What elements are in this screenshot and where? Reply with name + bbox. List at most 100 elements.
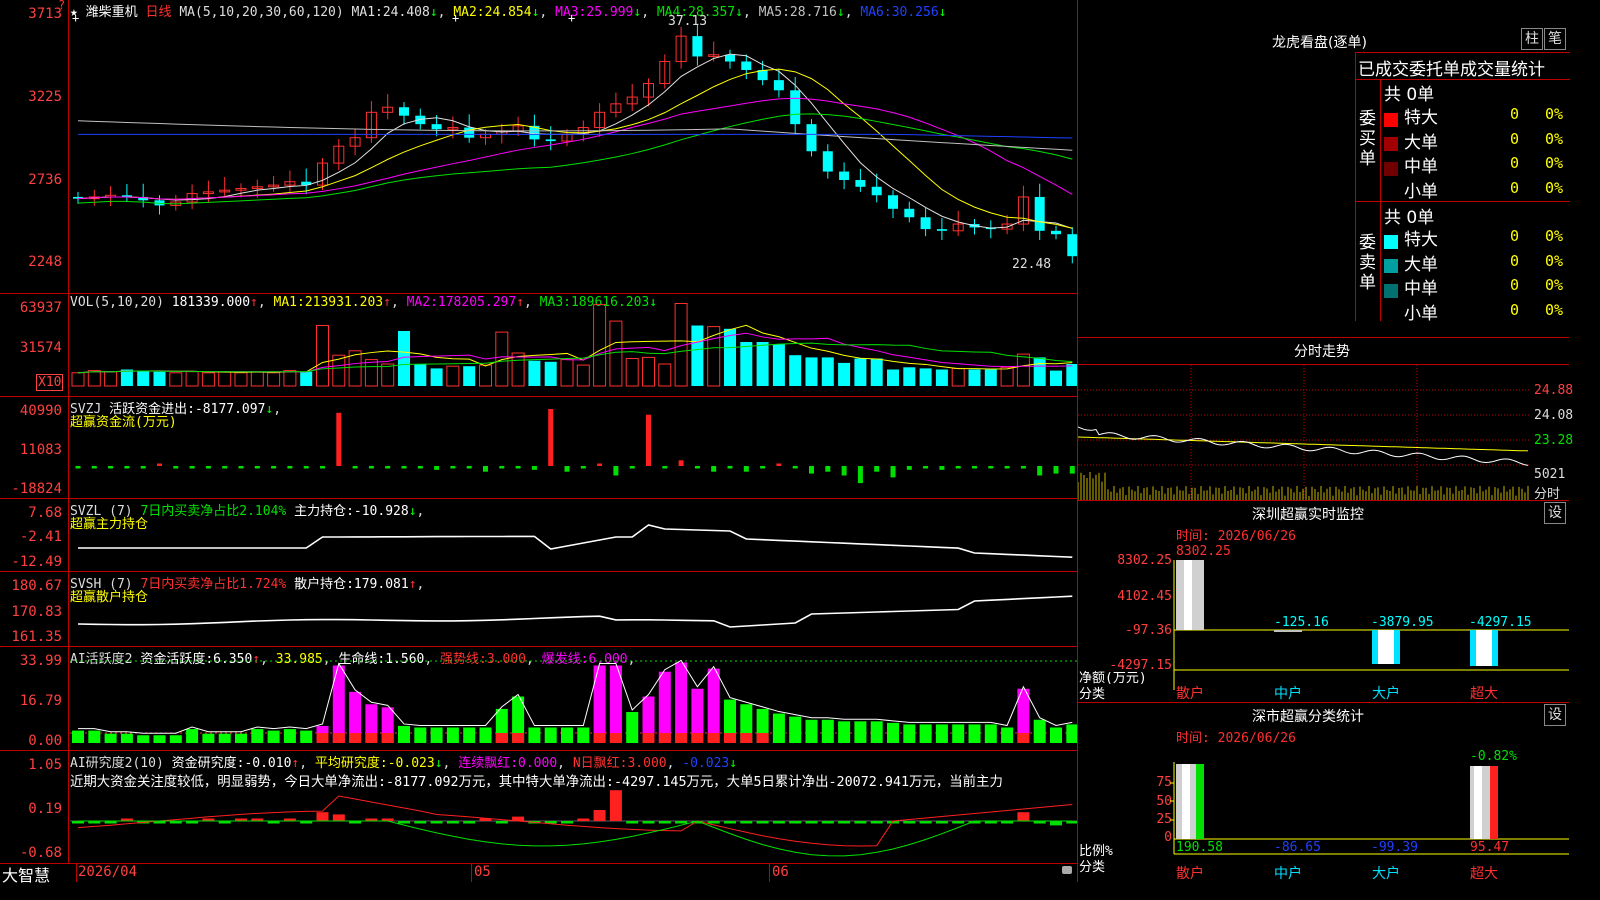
volume-pane[interactable]: 63937 31574 X10 VOL(5,10,20) 181339.000↑… — [0, 294, 1077, 397]
svzj-pane[interactable]: 40990 11083 -18824 SVZJ 活跃资金进出:-8177.097… — [0, 397, 1077, 499]
candle-body — [1067, 234, 1077, 257]
tick-mode-button[interactable]: 笔 — [1544, 28, 1566, 50]
mid-bar — [1274, 630, 1302, 632]
volume-bar — [593, 304, 607, 387]
marker-icon: + — [452, 11, 459, 25]
svzj-bar — [874, 466, 880, 472]
volume-bar — [446, 365, 460, 387]
activity-base — [349, 733, 362, 743]
svzj-bar — [776, 463, 782, 466]
activity-bar — [838, 721, 851, 743]
activity-bar — [935, 724, 948, 743]
volume-bar — [919, 368, 932, 386]
svsh-pane[interactable]: 180.67 170.83 161.35 SVSH (7) 7日内买卖净占比1.… — [0, 572, 1077, 647]
svzj-bar — [564, 466, 570, 472]
x-label-jun: 06 — [772, 864, 789, 880]
order-pct: 0% — [1545, 154, 1564, 172]
volume-bar — [137, 370, 150, 386]
activity-bar — [430, 727, 443, 743]
volume-ma-line — [77, 342, 1073, 374]
main-chart-pane[interactable]: 3713 3225 2736 2248 ? ★ 潍柴重机 日线 MA(5,10,… — [0, 0, 1077, 294]
candle-body — [920, 217, 931, 230]
intraday-tick: 24.08 — [1534, 408, 1574, 423]
activity-bar — [235, 733, 247, 743]
svzj-bar — [75, 466, 81, 469]
svzj-chart[interactable] — [0, 397, 1077, 498]
stat-chart[interactable] — [1078, 702, 1569, 882]
order-stats-box: 已成交委托单成交量统计 委买单 委卖单 共 0单 共 0单 特大 0 0% 大单 0 0%… — [1355, 52, 1570, 324]
svzj-bar — [417, 466, 423, 469]
intraday-chart[interactable] — [1078, 365, 1569, 500]
order-type: 大单 — [1404, 132, 1438, 153]
intraday-chart-area[interactable]: 24.88 24.08 23.28 5021 分时 — [1078, 364, 1573, 502]
volume-bar — [903, 367, 916, 386]
volume-bar — [772, 344, 785, 386]
activity-bar — [332, 665, 345, 743]
activity-bar — [137, 735, 150, 743]
activity-base — [609, 733, 622, 743]
svzj-bar — [303, 466, 309, 469]
ma-line — [77, 120, 1073, 151]
research-bar — [838, 821, 851, 824]
order-color-swatch — [1384, 112, 1398, 127]
activity-bar — [104, 733, 117, 743]
svzj-bar — [466, 466, 472, 469]
volume-chart[interactable] — [0, 294, 1077, 396]
svzj-bar — [157, 463, 162, 466]
activity-bar — [789, 716, 802, 743]
activity-bar — [626, 712, 639, 743]
research-bar — [935, 821, 948, 824]
svzj-bar — [711, 466, 717, 472]
buy-total: 共 0单 — [1384, 85, 1435, 105]
svzj-bar — [678, 460, 684, 466]
monitor-chart[interactable] — [1078, 500, 1569, 710]
research-bar — [495, 821, 508, 824]
monitor-category: 超大 — [1470, 686, 1498, 702]
ai-active-pane[interactable]: 33.99 16.79 0.00 AI活跃度2 资金活跃度:6.350↑, 33… — [0, 647, 1077, 751]
lock-icon[interactable] — [1062, 866, 1072, 874]
research-bar — [561, 821, 573, 824]
activity-bar — [561, 727, 573, 743]
svzj-bar — [1004, 466, 1010, 469]
research-bar — [593, 810, 606, 821]
volume-bar — [609, 320, 623, 387]
activity-bar — [88, 730, 101, 743]
ai-research-chart[interactable] — [0, 751, 1077, 863]
stat-category: 中户 — [1274, 866, 1302, 882]
activity-bar — [186, 729, 199, 743]
order-count: 0 — [1510, 129, 1520, 148]
volume-bar — [169, 372, 183, 387]
monitor-value: -3879.95 — [1371, 615, 1434, 630]
order-type: 特大 — [1404, 108, 1438, 128]
volume-bar — [1050, 370, 1062, 386]
svsh-chart[interactable] — [0, 572, 1077, 646]
activity-bar — [446, 727, 459, 743]
research-bar — [398, 821, 410, 824]
candle-body — [1034, 196, 1045, 231]
order-color-swatch — [1384, 137, 1398, 151]
candle-body — [790, 90, 801, 125]
order-row: 中单 0 0% — [1384, 152, 1570, 177]
ai-research-pane[interactable]: 1.05 0.19 -0.68 AI研究度2(10) 资金研究度:-0.010↑… — [0, 751, 1077, 864]
svzl-pane[interactable]: 7.68 -2.41 -12.49 SVZL (7) 7日内买卖净占比2.104… — [0, 499, 1077, 572]
order-count: 0 — [1510, 300, 1520, 319]
stat-value: 190.58 — [1176, 840, 1223, 855]
svzl-chart[interactable] — [0, 499, 1077, 571]
activity-bar — [153, 735, 166, 743]
volume-bar — [887, 369, 899, 386]
ai-active-chart[interactable] — [0, 647, 1077, 750]
svzj-bar — [841, 466, 847, 476]
svzj-bar — [1069, 466, 1075, 474]
research-bar — [903, 821, 916, 824]
stat-category: 超大 — [1470, 866, 1498, 882]
svzj-bar — [222, 466, 228, 469]
svzj-bar — [287, 466, 293, 469]
activity-base — [707, 733, 720, 743]
candlestick-chart[interactable]: + + + — [0, 0, 1077, 293]
bar-mode-button[interactable]: 柱 — [1521, 28, 1543, 50]
volume-bar — [87, 370, 101, 387]
monitor-xlabel: 分类 — [1079, 687, 1106, 702]
candle-body — [839, 171, 850, 181]
activity-bar — [218, 733, 231, 743]
order-row: 中单 0 0% — [1384, 274, 1570, 299]
